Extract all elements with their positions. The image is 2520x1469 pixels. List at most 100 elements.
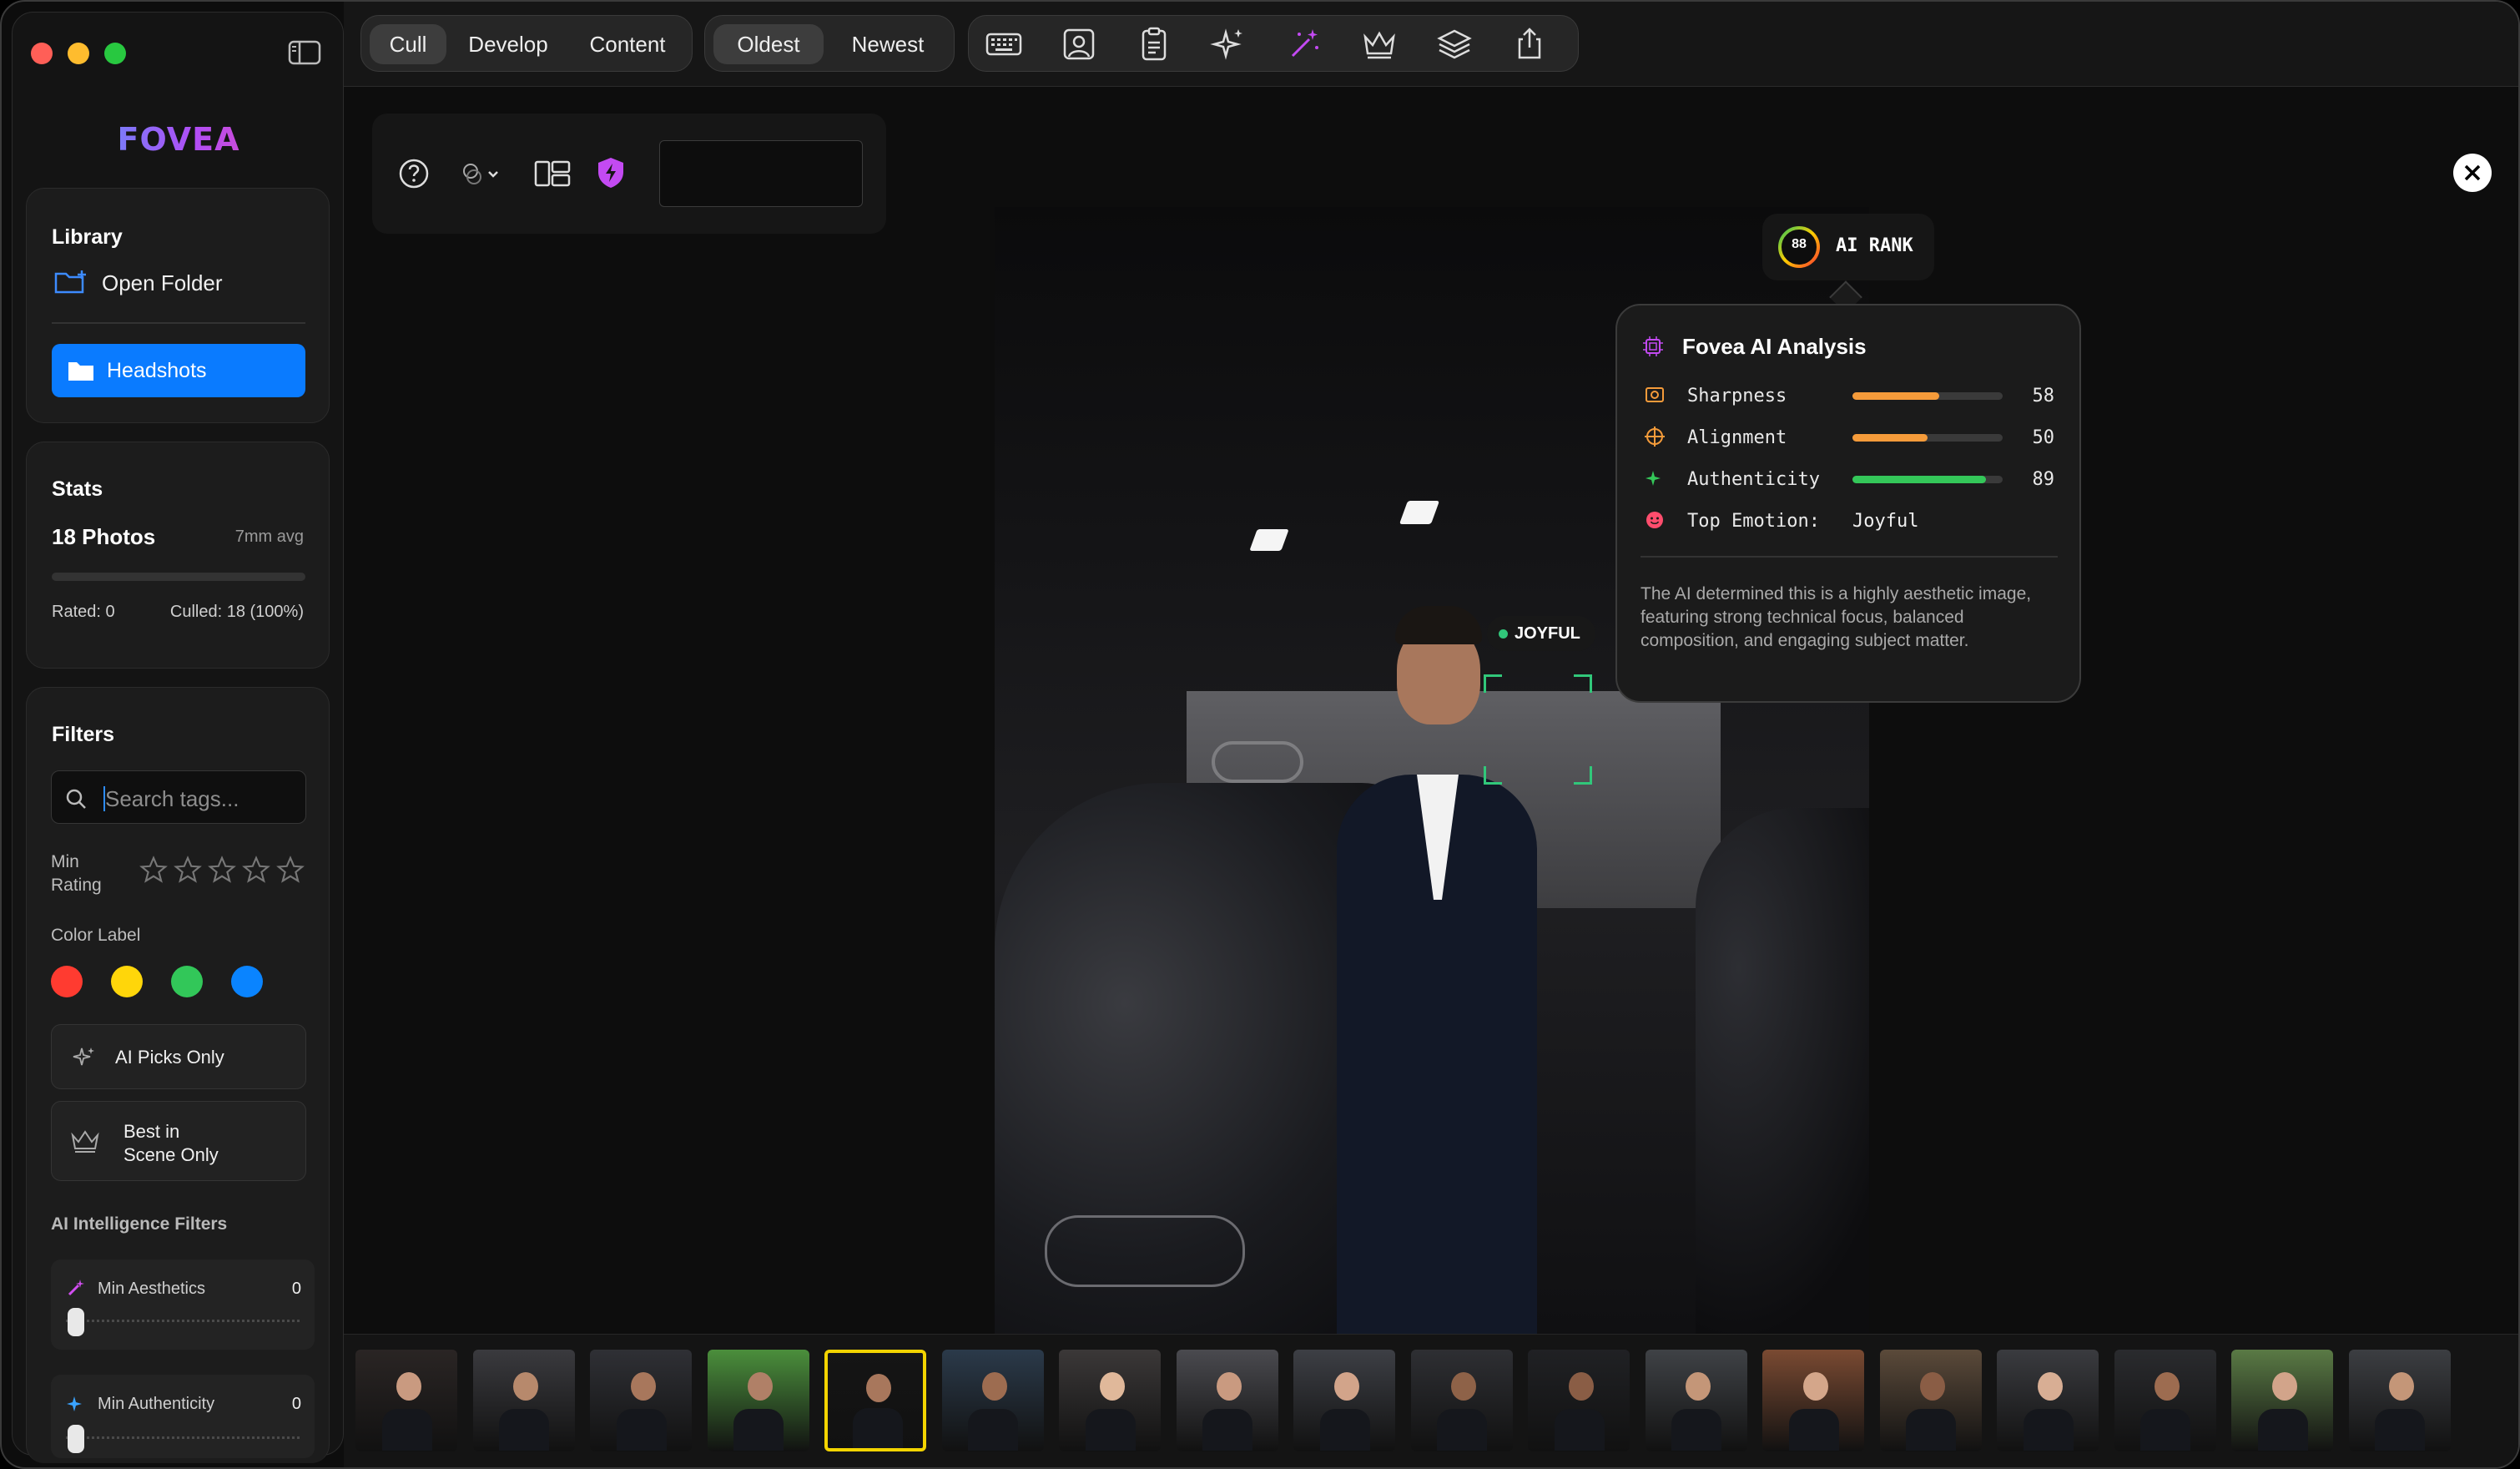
min-aesthetics-slider[interactable]: Min Aesthetics 0 <box>51 1260 315 1350</box>
frame-corner <box>1574 766 1592 785</box>
zoom-window-button[interactable] <box>104 43 126 64</box>
portrait-icon[interactable] <box>1057 23 1101 66</box>
thumb-body <box>1554 1408 1605 1451</box>
filmstrip-thumbnail[interactable] <box>1293 1350 1395 1451</box>
folder-icon <box>68 362 93 381</box>
star-3-icon[interactable] <box>208 856 236 884</box>
library-panel: Library Open Folder Headshots <box>26 188 330 423</box>
color-red-swatch[interactable] <box>51 966 83 997</box>
star-4-icon[interactable] <box>242 856 270 884</box>
thumb-body <box>1202 1408 1253 1451</box>
color-yellow-swatch[interactable] <box>111 966 143 997</box>
thumb-head <box>2271 1371 2297 1401</box>
ai-rank-badge[interactable]: 88 AI RANK <box>1762 214 1934 280</box>
cpu-icon <box>1643 336 1663 356</box>
share-icon[interactable] <box>1508 23 1551 66</box>
ai-rank-score: 88 <box>1792 237 1807 251</box>
color-green-swatch[interactable] <box>171 966 203 997</box>
open-folder-button[interactable]: Open Folder <box>52 265 302 299</box>
thumb-body <box>2257 1408 2308 1451</box>
minimize-window-button[interactable] <box>68 43 89 64</box>
sparkles-icon <box>73 1047 94 1066</box>
thumb-head <box>2155 1371 2180 1401</box>
tools-group <box>968 15 1579 72</box>
app-logo: FOVEA <box>13 121 345 158</box>
metric-label-alignment: Alignment <box>1687 427 1787 448</box>
alignment-icon <box>1645 427 1665 447</box>
app-window: FOVEA Library Open Folder Headshots Stat… <box>0 0 2520 1469</box>
slider-thumb[interactable] <box>68 1308 84 1336</box>
close-window-button[interactable] <box>31 43 53 64</box>
filmstrip-thumbnail[interactable] <box>2348 1350 2451 1451</box>
library-title: Library <box>52 225 123 249</box>
search-icon <box>66 789 86 809</box>
ai-filters-title: AI Intelligence Filters <box>51 1214 228 1234</box>
sort-oldest-button[interactable]: Oldest <box>713 24 824 64</box>
filmstrip-thumbnail[interactable] <box>590 1350 692 1451</box>
layers-icon[interactable] <box>1433 23 1476 66</box>
close-viewer-button[interactable] <box>2453 154 2492 192</box>
ai-picks-only-button[interactable]: AI Picks Only <box>51 1024 306 1089</box>
frame-corner <box>1574 674 1592 693</box>
shield-bolt-icon[interactable] <box>596 155 626 190</box>
compare-layout-icon[interactable] <box>532 157 572 190</box>
thumb-head <box>630 1371 656 1401</box>
ai-picks-label: AI Picks Only <box>115 1047 224 1068</box>
photo-count: 18 Photos <box>52 524 156 549</box>
thumb-head <box>2037 1371 2063 1401</box>
filmstrip-thumbnail[interactable] <box>824 1350 926 1451</box>
filmstrip-thumbnail[interactable] <box>1528 1350 1630 1451</box>
filmstrip-thumbnail[interactable] <box>2114 1350 2216 1451</box>
filmstrip-thumbnail[interactable] <box>1762 1350 1864 1451</box>
min-authenticity-slider[interactable]: Min Authenticity 0 <box>51 1375 315 1458</box>
filmstrip-thumbnail[interactable] <box>1059 1350 1161 1451</box>
best-in-scene-label-line2: Scene Only <box>123 1144 219 1165</box>
folder-item-headshots[interactable]: Headshots <box>52 344 305 397</box>
sparkles-icon[interactable] <box>1207 23 1251 66</box>
tab-content[interactable]: Content <box>570 24 685 64</box>
sort-newest-button[interactable]: Newest <box>830 24 945 64</box>
slider-thumb[interactable] <box>68 1425 84 1453</box>
analysis-title: Fovea AI Analysis <box>1682 334 1867 359</box>
keyboard-icon[interactable] <box>982 23 1026 66</box>
metric-bar-sharpness <box>1852 392 2003 400</box>
face-detection-frame <box>1484 674 1592 785</box>
thumb-head <box>1568 1371 1594 1401</box>
filmstrip-thumbnail[interactable] <box>707 1350 809 1451</box>
filmstrip-thumbnail[interactable] <box>1176 1350 1278 1451</box>
clipboard-icon[interactable] <box>1132 23 1176 66</box>
sidebar-toggle-icon[interactable] <box>288 39 321 66</box>
filmstrip-thumbnail[interactable] <box>1879 1350 1982 1451</box>
star-2-icon[interactable] <box>174 856 202 884</box>
filmstrip-thumbnail[interactable] <box>355 1350 457 1451</box>
magic-wand-icon[interactable] <box>1283 23 1326 66</box>
color-blue-swatch[interactable] <box>231 966 263 997</box>
thumb-body <box>1085 1408 1136 1451</box>
crown-icon[interactable] <box>1358 23 1401 66</box>
sidebar: FOVEA Library Open Folder Headshots Stat… <box>12 12 345 1463</box>
overlay-options-dropdown[interactable] <box>457 157 506 190</box>
emotion-dot <box>1499 629 1508 639</box>
sparkle-icon <box>67 1396 82 1411</box>
filmstrip-thumbnail[interactable] <box>472 1350 575 1451</box>
best-in-scene-button[interactable]: Best in Scene Only <box>51 1101 306 1181</box>
filmstrip-thumbnail[interactable] <box>1997 1350 2099 1451</box>
avg-focal: 7mm avg <box>234 528 304 546</box>
tab-develop[interactable]: Develop <box>453 24 563 64</box>
filmstrip-thumbnail[interactable] <box>941 1350 1044 1451</box>
top-emotion-value: Joyful <box>1852 511 1919 532</box>
metric-bar-authenticity <box>1852 476 2003 483</box>
filmstrip-thumbnail[interactable] <box>1410 1350 1513 1451</box>
filmstrip-thumbnail[interactable] <box>2231 1350 2333 1451</box>
top-toolbar: Cull Develop Content Oldest Newest <box>344 2 2518 87</box>
star-1-icon[interactable] <box>139 856 168 884</box>
zoom-input-field[interactable] <box>659 140 863 207</box>
thumb-body <box>1437 1408 1488 1451</box>
search-tags-field[interactable]: Search tags... <box>51 770 306 824</box>
tab-cull[interactable]: Cull <box>370 24 446 64</box>
filmstrip-thumbnail[interactable] <box>1645 1350 1747 1451</box>
star-5-icon[interactable] <box>276 856 305 884</box>
metric-label-authenticity: Authenticity <box>1687 469 1820 490</box>
help-icon[interactable] <box>397 157 431 190</box>
search-input[interactable]: Search tags... <box>105 786 239 812</box>
